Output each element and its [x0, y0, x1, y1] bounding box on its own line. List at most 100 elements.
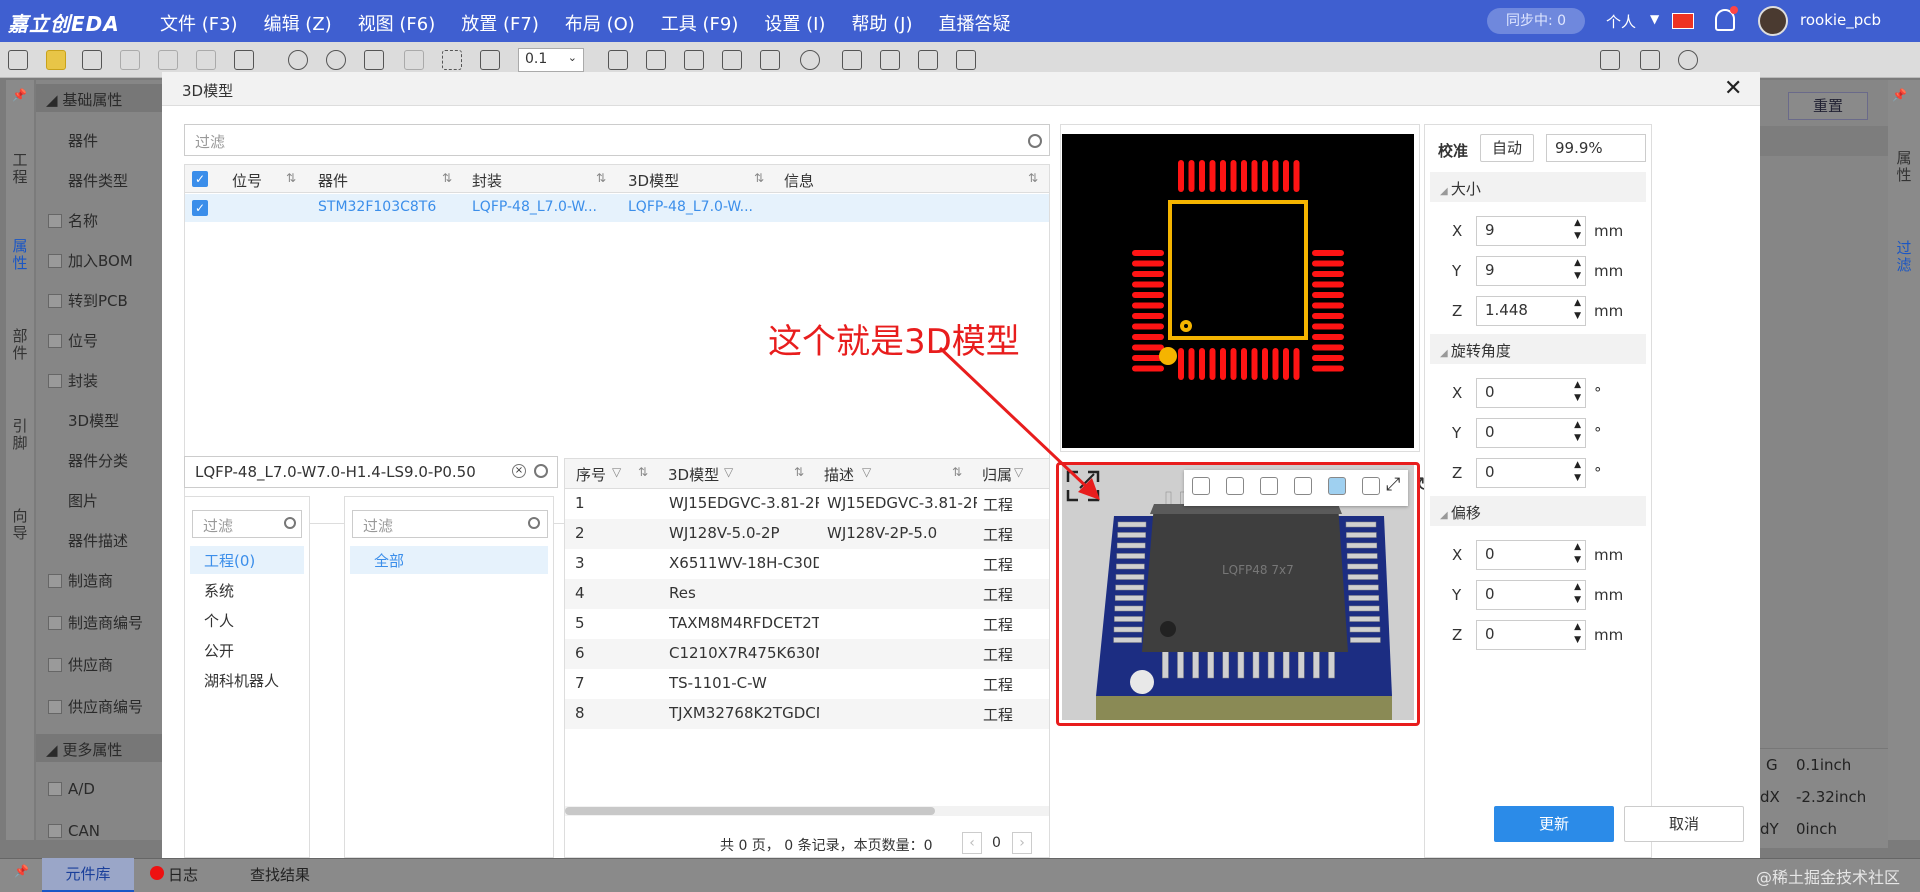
align-icon[interactable]: [234, 50, 254, 70]
sort-icon[interactable]: ⇅: [638, 465, 648, 479]
filter-icon[interactable]: ▽: [612, 465, 621, 479]
workspace-selector[interactable]: 个人: [1606, 11, 1636, 32]
sort-icon[interactable]: ⇅: [754, 171, 764, 185]
menu-file[interactable]: 文件 (F3): [160, 10, 238, 36]
prop-designator[interactable]: 位号: [48, 330, 98, 351]
prop-to-pcb[interactable]: 转到PCB: [48, 290, 128, 311]
checkbox[interactable]: [48, 574, 62, 588]
zoom-out-icon[interactable]: [326, 50, 346, 70]
tab-pins[interactable]: 引脚: [6, 418, 34, 452]
close-icon[interactable]: ✕: [1724, 76, 1742, 101]
sync-status[interactable]: 同步中: 0: [1487, 8, 1585, 34]
select-area-icon[interactable]: [442, 50, 462, 70]
scrollbar-thumb[interactable]: [565, 807, 935, 815]
footprint-preview[interactable]: [1062, 134, 1414, 448]
search-icon[interactable]: [534, 464, 548, 478]
library-item-system[interactable]: 系统: [204, 580, 234, 601]
category-item-all[interactable]: 全部: [350, 546, 548, 574]
search-icon[interactable]: [284, 517, 296, 529]
checkbox[interactable]: [48, 824, 62, 838]
username[interactable]: rookie_pcb: [1800, 11, 1881, 29]
library-item-project[interactable]: 工程(0): [190, 546, 304, 574]
check-icon[interactable]: [1640, 50, 1660, 70]
cancel-button[interactable]: 取消: [1624, 806, 1744, 842]
col-info[interactable]: 信息: [784, 170, 814, 191]
menu-live[interactable]: 直播答疑: [939, 10, 1011, 36]
menu-tools[interactable]: 工具 (F9): [661, 10, 739, 36]
offset-z-input[interactable]: 0 ▲ ▼: [1476, 620, 1586, 650]
text-icon[interactable]: [880, 50, 900, 70]
sort-icon[interactable]: ⇅: [286, 171, 296, 185]
bus-icon[interactable]: [646, 50, 666, 70]
tab-project[interactable]: 工程: [6, 152, 34, 186]
library-item-team[interactable]: 湖科机器人: [204, 670, 279, 691]
prev-page-button[interactable]: ‹: [962, 832, 982, 854]
menu-settings[interactable]: 设置 (I): [764, 10, 825, 36]
tab-library[interactable]: 元件库: [42, 858, 134, 892]
row-footprint[interactable]: LQFP-48_L7.0-W...: [472, 199, 597, 215]
stepper-icon[interactable]: ▲ ▼: [1574, 621, 1581, 647]
tab-properties[interactable]: 属性: [6, 238, 34, 272]
rotation-header[interactable]: ◢ 旋转角度: [1430, 334, 1646, 364]
row-3d-model[interactable]: LQFP-48_L7.0-W...: [628, 199, 753, 215]
prop-footprint[interactable]: 封装: [48, 370, 98, 391]
offset-x-input[interactable]: 0 ▲ ▼: [1476, 540, 1586, 570]
page-number[interactable]: 0: [992, 835, 1001, 851]
rotation-z-input[interactable]: 0 ▲ ▼: [1476, 458, 1586, 488]
arc-icon[interactable]: [760, 50, 780, 70]
pin-icon[interactable]: 📌: [12, 88, 27, 102]
menu-view[interactable]: 视图 (F6): [358, 10, 436, 36]
prop-supplier[interactable]: 供应商: [48, 654, 113, 675]
filter-icon[interactable]: ▽: [862, 465, 871, 479]
language-flag-icon[interactable]: [1672, 13, 1694, 29]
image-icon[interactable]: [918, 50, 938, 70]
row-checkbox[interactable]: ✓: [192, 200, 208, 216]
circle-icon[interactable]: [800, 50, 820, 70]
table-row[interactable]: 3 X6511WV-18H-C30D60 工程: [565, 549, 1049, 579]
offset-y-input[interactable]: 0 ▲ ▼: [1476, 580, 1586, 610]
prop-add-bom[interactable]: 加入BOM: [48, 250, 133, 271]
size-y-input[interactable]: 9 ▲ ▼: [1476, 256, 1586, 286]
group-icon[interactable]: [196, 50, 216, 70]
stepper-icon[interactable]: ▲ ▼: [1574, 459, 1581, 485]
filter-icon[interactable]: ▽: [724, 465, 733, 479]
library-item-personal[interactable]: 个人: [204, 610, 234, 631]
tab-filter[interactable]: 过滤: [1890, 240, 1918, 274]
tab-wizard[interactable]: 向导: [6, 508, 34, 542]
grid-size-select[interactable]: 0.1 ⌄: [518, 48, 584, 72]
table-row[interactable]: 6 C1210X7R475K630N 工程: [565, 639, 1049, 669]
redo-icon[interactable]: [158, 50, 178, 70]
library-item-public[interactable]: 公开: [204, 640, 234, 661]
save-icon[interactable]: [82, 50, 102, 70]
checkbox[interactable]: [48, 214, 62, 228]
checkbox[interactable]: [48, 294, 62, 308]
sort-icon[interactable]: ⇅: [1028, 171, 1038, 185]
auto-calibrate-button[interactable]: 自动: [1480, 134, 1534, 162]
stepper-icon[interactable]: ▲ ▼: [1574, 379, 1581, 405]
checkbox[interactable]: [48, 334, 62, 348]
filter-input[interactable]: 过滤: [184, 124, 1050, 156]
select-icon[interactable]: [8, 50, 28, 70]
stepper-icon[interactable]: ▲ ▼: [1574, 217, 1581, 243]
col-description[interactable]: 描述: [824, 464, 854, 485]
menu-edit[interactable]: 编辑 (Z): [264, 10, 332, 36]
calibrate-value-input[interactable]: 99.9%: [1546, 134, 1646, 162]
pin-icon[interactable]: [608, 50, 628, 70]
size-x-input[interactable]: 9 ▲ ▼: [1476, 216, 1586, 246]
cursor-icon[interactable]: [1600, 50, 1620, 70]
table-row[interactable]: 2 WJ128V-5.0-2P WJ128V-2P-5.0 工程: [565, 519, 1049, 549]
tab-search-results[interactable]: 查找结果: [250, 864, 310, 885]
prop-name[interactable]: 名称: [48, 210, 98, 231]
checkbox[interactable]: [48, 658, 62, 672]
search-icon[interactable]: [528, 517, 540, 529]
search-icon[interactable]: [1028, 134, 1042, 148]
update-button[interactable]: 更新: [1494, 806, 1614, 842]
prop-ad[interactable]: A/D: [48, 780, 95, 798]
menu-place[interactable]: 放置 (F7): [461, 10, 539, 36]
sort-icon[interactable]: ⇅: [794, 465, 804, 479]
checkbox[interactable]: [48, 254, 62, 268]
tab-parts[interactable]: 部件: [6, 328, 34, 362]
checkbox[interactable]: [48, 782, 62, 796]
table-row[interactable]: 5 TAXM8M4RFDCET2T 工程: [565, 609, 1049, 639]
grid-icon[interactable]: [480, 50, 500, 70]
